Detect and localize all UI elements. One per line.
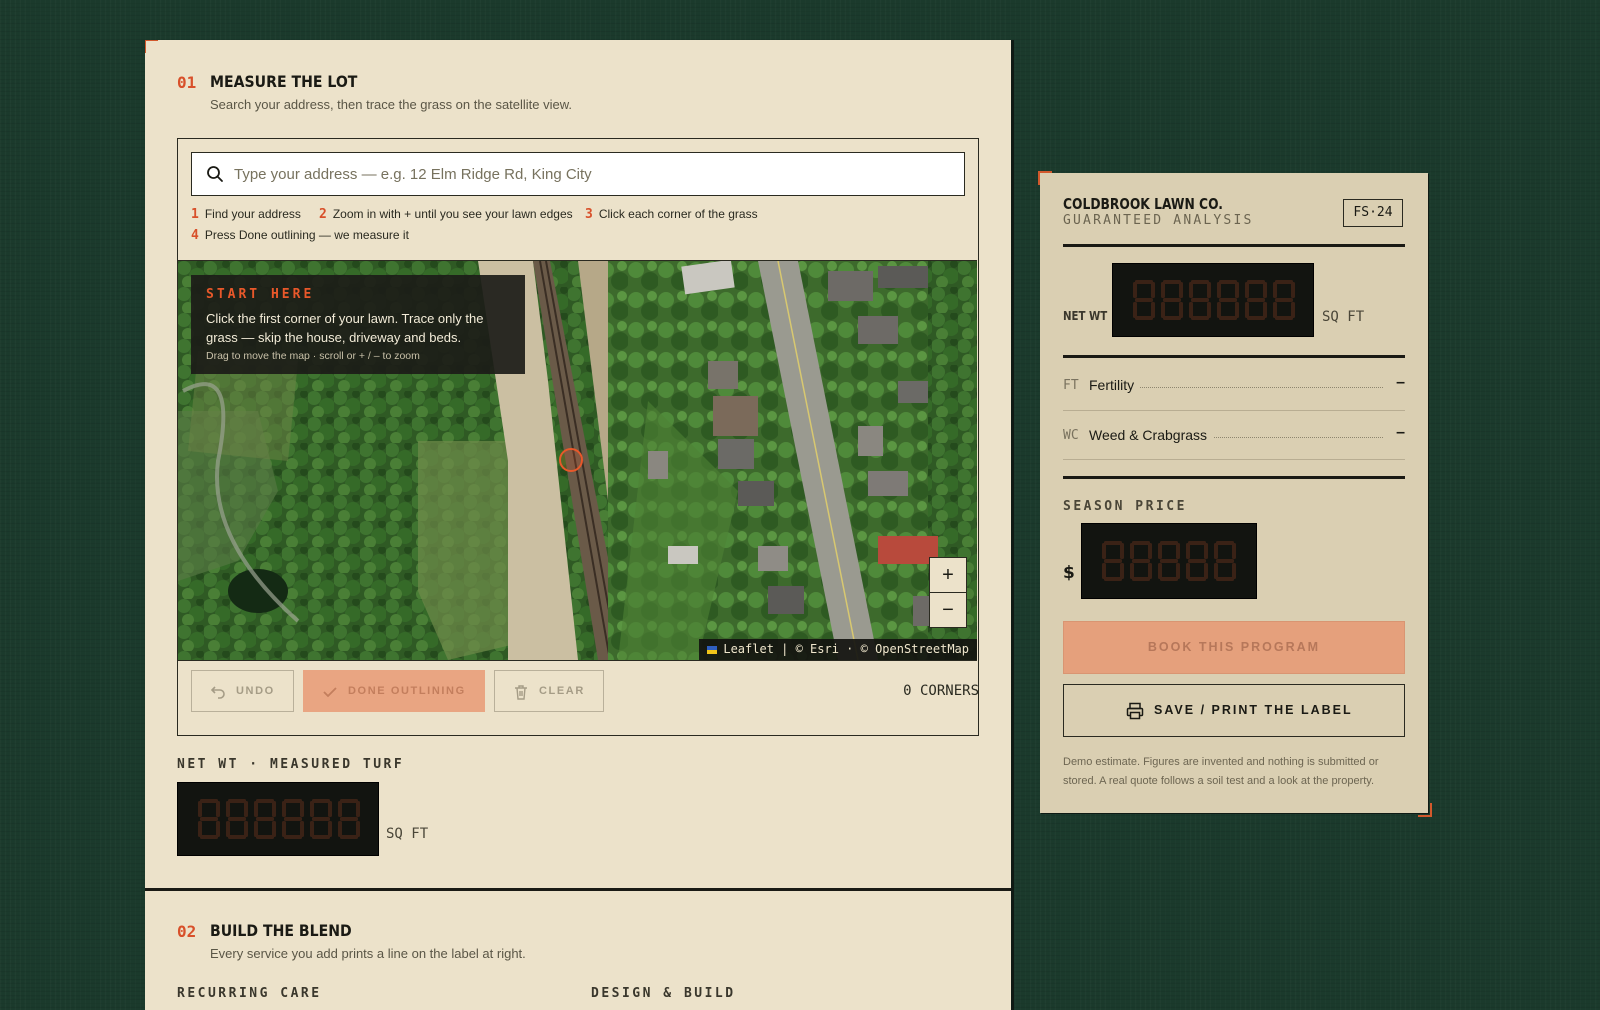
label-line-weed-crabgrass: WC Weed & Crabgrass –: [1063, 424, 1405, 446]
measured-turf-display: [177, 782, 379, 856]
net-wt-display: [1112, 263, 1314, 337]
zoom-in-button[interactable]: +: [930, 558, 966, 592]
lcd-digit: [1161, 280, 1183, 320]
line-code: WC: [1063, 428, 1079, 443]
print-label-button[interactable]: SAVE / PRINT THE LABEL: [1063, 684, 1405, 737]
printer-icon: [1126, 702, 1144, 720]
step-item: 3 Click each corner of the grass: [585, 207, 758, 222]
overlay-kicker: START HERE: [206, 287, 315, 302]
undo-icon: [210, 686, 225, 699]
season-price-display: [1081, 523, 1257, 599]
lcd-digit: [1186, 541, 1208, 581]
lcd-digit: [1133, 280, 1155, 320]
check-icon: [323, 687, 337, 698]
lcd-digit: [198, 799, 220, 839]
lcd-digits: [198, 799, 360, 839]
undo-label: UNDO: [236, 685, 275, 697]
thin-rule: [1063, 459, 1405, 460]
section-divider: [145, 888, 1011, 891]
line-value: –: [1396, 374, 1405, 391]
step-item: 1 Find your address: [191, 207, 301, 222]
lcd-digit: [1245, 280, 1267, 320]
lcd-digits: [1102, 541, 1236, 581]
disclaimer-text: Demo estimate. Figures are invented and …: [1063, 756, 1379, 787]
corner-mark: [145, 40, 158, 53]
book-program-button[interactable]: BOOK THIS PROGRAM: [1063, 621, 1405, 674]
rule: [1063, 244, 1405, 247]
start-here-overlay: START HERE Click the first corner of you…: [191, 275, 525, 374]
season-price-label: SEASON PRICE: [1063, 499, 1187, 514]
rule: [1063, 355, 1405, 358]
trash-icon: [515, 685, 527, 700]
analysis-label-card: COLDBROOK LAWN CO. GUARANTEED ANALYSIS F…: [1038, 171, 1432, 817]
address-search-bar[interactable]: [191, 152, 965, 196]
lcd-digit: [1189, 280, 1211, 320]
step-item: 4 Press Done outlining — we measure it: [191, 228, 409, 243]
zoom-out-button[interactable]: −: [930, 592, 966, 627]
lcd-digit: [338, 799, 360, 839]
line-name: Fertility: [1089, 377, 1141, 393]
ukraine-flag-icon: [707, 646, 718, 654]
lcd-digit: [1273, 280, 1295, 320]
section-number: 01: [177, 73, 197, 92]
lcd-digit: [1158, 541, 1180, 581]
section-subtitle: Search your address, then trace the gras…: [210, 97, 573, 112]
label-subtitle: GUARANTEED ANALYSIS: [1063, 213, 1254, 228]
section-title: MEASURE THE LOT: [210, 72, 358, 91]
lcd-digit: [254, 799, 276, 839]
done-label: DONE OUTLINING: [348, 685, 466, 697]
lcd-digit: [226, 799, 248, 839]
brand-name: COLDBROOK LAWN CO.: [1063, 195, 1223, 213]
recurring-care-heading: RECURRING CARE: [177, 986, 322, 1001]
search-icon: [207, 166, 223, 182]
corner-mark: [1038, 171, 1052, 185]
line-code: FT: [1063, 378, 1079, 393]
done-outlining-button[interactable]: DONE OUTLINING: [303, 670, 485, 712]
section-title: BUILD THE BLEND: [210, 921, 352, 940]
zoom-control: + −: [929, 557, 967, 628]
map-marker-icon[interactable]: [558, 447, 584, 473]
undo-button[interactable]: UNDO: [191, 670, 294, 712]
thin-rule: [1063, 410, 1405, 411]
formula-badge: FS·24: [1343, 199, 1403, 227]
section-subtitle: Every service you add prints a line on t…: [210, 946, 526, 961]
satellite-map[interactable]: START HERE Click the first corner of you…: [178, 260, 977, 661]
label-line-fertility: FT Fertility –: [1063, 374, 1405, 396]
measured-unit: SQ FT: [386, 826, 429, 842]
lcd-digit: [1102, 541, 1124, 581]
lcd-digits: [1133, 280, 1295, 320]
lcd-digit: [282, 799, 304, 839]
step-item: 2 Zoom in with + until you see your lawn …: [319, 207, 573, 222]
line-name: Weed & Crabgrass: [1089, 427, 1214, 443]
net-wt-unit: SQ FT: [1322, 309, 1365, 325]
lcd-digit: [310, 799, 332, 839]
corner-count: 0 CORNERS: [903, 683, 979, 699]
lcd-digit: [1214, 541, 1236, 581]
section-number: 02: [177, 922, 197, 941]
measure-workbox: 1Find your address 2Zoom in with + until…: [177, 138, 979, 736]
net-wt-label: NET WT: [1063, 309, 1108, 323]
clear-button[interactable]: CLEAR: [494, 670, 604, 712]
line-value: –: [1396, 424, 1405, 441]
overlay-body: Click the first corner of your lawn. Tra…: [206, 311, 484, 345]
address-search-input[interactable]: [232, 153, 956, 196]
lcd-digit: [1130, 541, 1152, 581]
print-label-text: SAVE / PRINT THE LABEL: [1154, 703, 1353, 717]
design-build-heading: DESIGN & BUILD: [591, 986, 736, 1001]
rule: [1063, 476, 1405, 479]
corner-mark: [1418, 803, 1432, 817]
clear-label: CLEAR: [539, 685, 585, 697]
overlay-hint: Drag to move the map · scroll or + / – t…: [206, 350, 420, 362]
measured-turf-label: NET WT · MEASURED TURF: [177, 757, 405, 772]
worksheet-panel: 01 MEASURE THE LOT Search your address, …: [145, 40, 1011, 1010]
map-attribution: Leaflet | © Esri · © OpenStreetMap: [699, 639, 977, 660]
currency-symbol: $: [1063, 563, 1075, 583]
lcd-digit: [1217, 280, 1239, 320]
